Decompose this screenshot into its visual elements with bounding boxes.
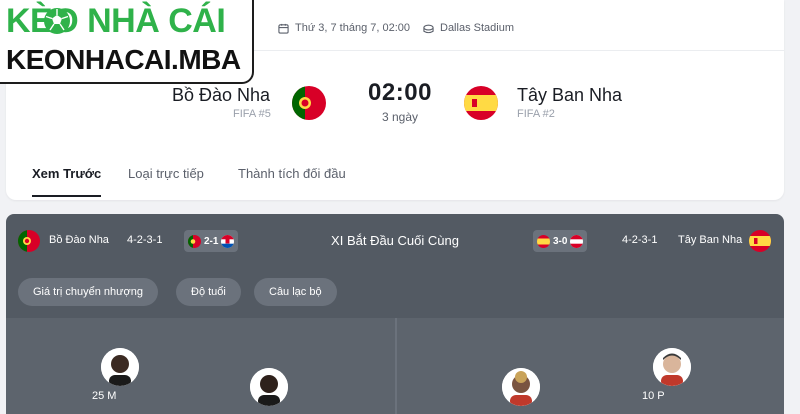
match-venue: Dallas Stadium <box>423 22 514 34</box>
calendar-icon <box>278 23 289 34</box>
lineup-header: Bồ Đào Nha 4-2-3-1 2-1 XI Bắt Đầu Cuối C… <box>6 214 784 264</box>
away-last-result[interactable]: 3-0 <box>533 230 588 252</box>
match-countdown: 3 ngày <box>381 110 419 124</box>
match-tabs: Xem Trước Loại trực tiếp Thành tích đối … <box>6 158 784 200</box>
match-time: 02:00 <box>368 79 432 106</box>
match-venue-text: Dallas Stadium <box>440 22 514 34</box>
spain-flag-icon <box>464 86 498 120</box>
match-datetime: Thứ 3, 7 tháng 7, 02:00 <box>278 22 410 34</box>
lineup-title: XI Bắt Đầu Cuối Cùng <box>331 233 459 248</box>
lineup-away-formation: 4-2-3-1 <box>622 234 658 246</box>
away-team-name[interactable]: Tây Ban Nha <box>517 85 622 106</box>
away-team-rank: FIFA #2 <box>517 108 555 120</box>
watermark-line2: KEONHACAI.MBA <box>6 44 241 75</box>
player-avatar[interactable] <box>101 348 139 386</box>
tab-head-to-head[interactable]: Thành tích đối đầu <box>238 166 346 181</box>
soccer-ball-icon <box>44 8 70 34</box>
player-avatar[interactable] <box>250 368 288 406</box>
lineup-away-name: Tây Ban Nha <box>678 234 743 246</box>
stadium-icon <box>423 24 434 33</box>
player-avatar[interactable] <box>502 368 540 406</box>
austria-flag-icon <box>570 234 584 248</box>
watermark-line1: KÈO NHÀ CÁI <box>6 2 226 40</box>
player-label: 25 M <box>92 390 117 402</box>
spain-flag-icon <box>749 230 771 252</box>
lineup-panel: Bồ Đào Nha 4-2-3-1 2-1 XI Bắt Đầu Cuối C… <box>6 214 784 414</box>
filter-age[interactable]: Độ tuổi <box>176 278 241 306</box>
player-avatar[interactable] <box>653 348 691 386</box>
watermark-logo: KÈO NHÀ CÁI KEONHACAI.MBA <box>0 0 254 84</box>
away-last-result-score: 3-0 <box>553 235 568 247</box>
match-datetime-text: Thứ 3, 7 tháng 7, 02:00 <box>295 22 411 34</box>
portugal-flag-icon <box>292 86 326 120</box>
filter-transfer-value[interactable]: Giá trị chuyển nhượng <box>18 278 158 306</box>
spain-flag-icon <box>537 234 550 248</box>
home-team-rank: FIFA #5 <box>233 108 271 120</box>
home-team-name[interactable]: Bồ Đào Nha <box>172 85 270 106</box>
lineup-filters: Giá trị chuyển nhượng Độ tuổi Câu lạc bộ <box>6 278 784 308</box>
tab-preview[interactable]: Xem Trước <box>32 166 102 197</box>
player-label: 10 P <box>642 390 665 402</box>
filter-club[interactable]: Câu lạc bộ <box>254 278 337 306</box>
tab-knockout[interactable]: Loại trực tiếp <box>128 166 204 181</box>
